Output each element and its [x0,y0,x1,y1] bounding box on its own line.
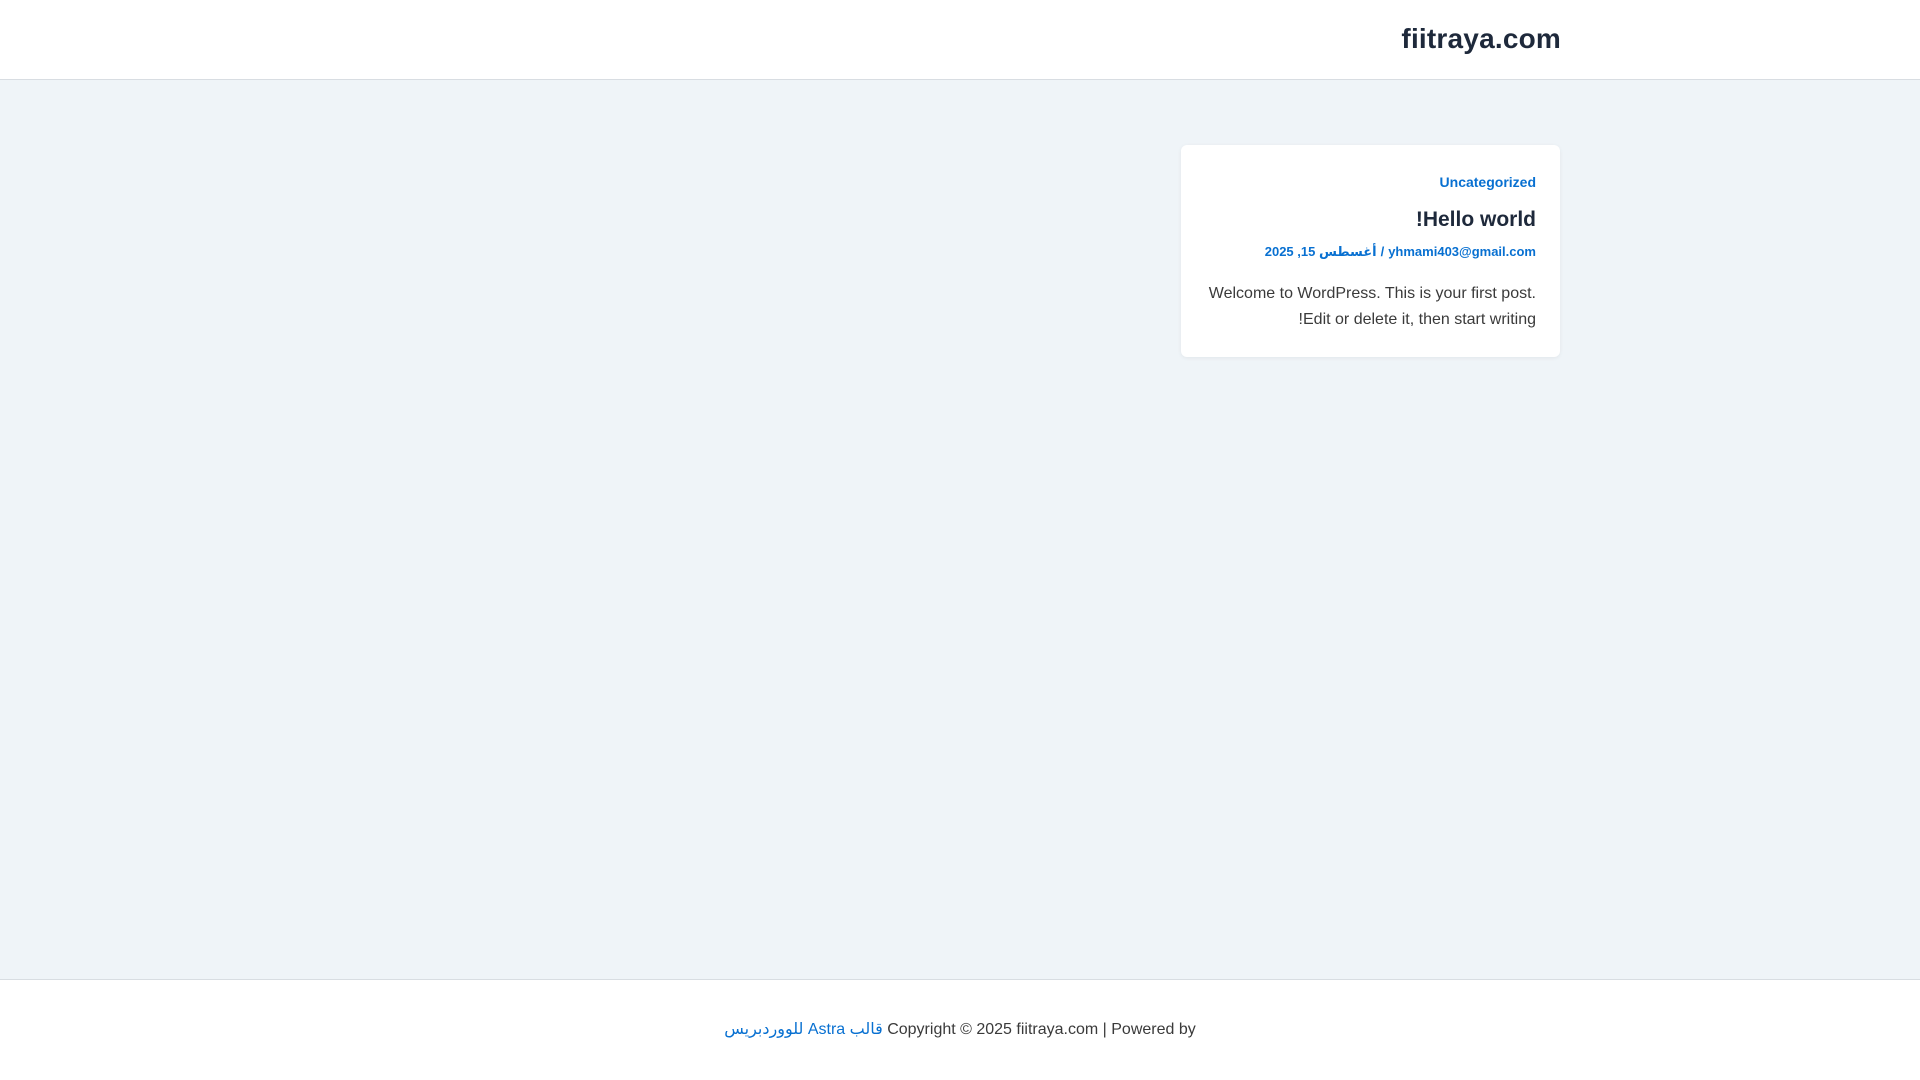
copyright-text: Copyright © 2025 fiitraya.com | Powered … [887,1021,1196,1038]
post-card: Uncategorized Hello world! yhmami403@gma… [1181,145,1560,357]
post-title-link[interactable]: Hello world! [1416,207,1536,233]
post-date-link[interactable]: أغسطس 15, 2025 [1265,244,1377,259]
site-footer: Copyright © 2025 fiitraya.com | Powered … [0,979,1920,1080]
post-excerpt-line: Welcome to WordPress. This is your first… [1208,285,1536,302]
post-excerpt-line: Edit or delete it, then start writing! [1298,311,1536,328]
meta-separator: / [1380,244,1385,259]
post-excerpt: Welcome to WordPress. This is your first… [1196,281,1536,333]
post-author-link[interactable]: yhmami403@gmail.com [1388,244,1536,259]
theme-credit-link[interactable]: قالب Astra للووردبريس [724,1021,883,1038]
site-title-link[interactable]: fiitraya.com [1401,21,1561,57]
footer-copyright: Copyright © 2025 fiitraya.com | Powered … [0,1020,1920,1040]
post-category-link[interactable]: Uncategorized [1440,173,1536,191]
post-meta: yhmami403@gmail.com/أغسطس 15, 2025 [1265,244,1536,260]
site-header: fiitraya.com [0,0,1920,80]
